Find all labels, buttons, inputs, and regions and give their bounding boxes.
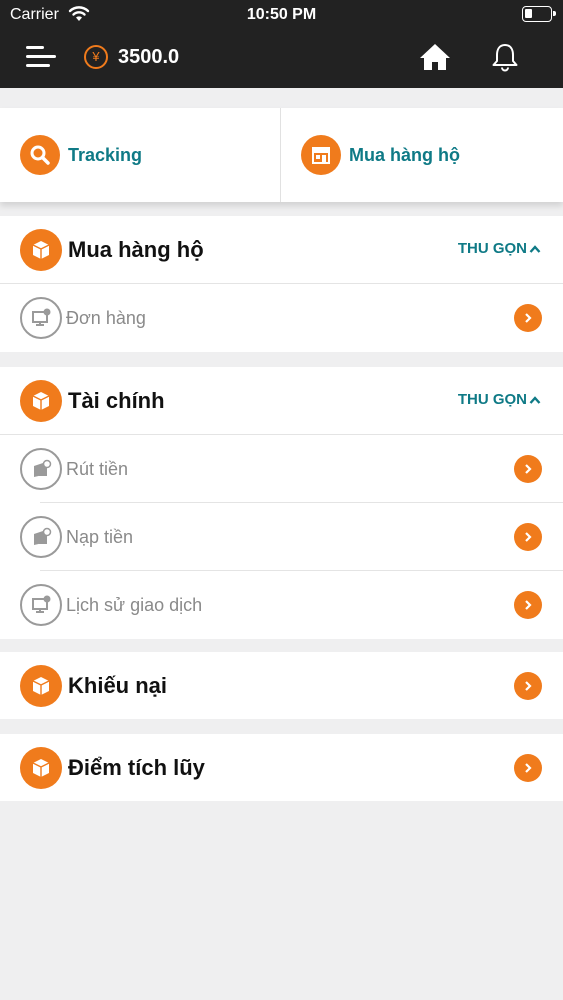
collapse-finance-button[interactable]: THU GỌN [458, 391, 541, 408]
list-item-transaction-history[interactable]: Lịch sử giao dịch [0, 571, 563, 639]
chevron-up-icon [529, 395, 541, 404]
yen-coin-icon: ¥ [84, 45, 108, 69]
monitor-icon [20, 297, 62, 339]
list-item-orders[interactable]: Đơn hàng [0, 284, 563, 352]
bell-icon[interactable] [490, 42, 520, 72]
monitor-icon [20, 584, 62, 626]
collapse-purchase-button[interactable]: THU GỌN [458, 240, 541, 257]
search-icon [20, 135, 60, 175]
tracking-button[interactable]: Tracking [20, 108, 142, 202]
quick-divider [280, 108, 281, 202]
box-icon [20, 746, 62, 789]
box-icon [20, 664, 62, 707]
section-finance-header[interactable]: Tài chính THU GỌN [0, 367, 563, 434]
collapse-label: THU GỌN [457, 391, 527, 408]
section-complaints-title: Khiếu nại [68, 672, 168, 698]
chevron-right-icon [514, 591, 542, 619]
home-icon[interactable] [419, 42, 451, 72]
battery-icon [522, 6, 556, 22]
section-complaints[interactable]: Khiếu nại [0, 652, 563, 719]
section-finance-title: Tài chính [68, 387, 165, 413]
chevron-right-icon [514, 672, 542, 700]
section-points-title: Điểm tích lũy [68, 754, 205, 780]
chevron-right-icon [514, 523, 542, 551]
store-icon [301, 135, 341, 175]
chevron-right-icon [514, 754, 542, 782]
chevron-right-icon [514, 455, 542, 483]
section-complaints-header[interactable]: Khiếu nại [0, 652, 563, 719]
box-icon [20, 379, 62, 422]
purchase-service-button[interactable]: Mua hàng hộ [301, 108, 460, 202]
section-finance: Tài chính THU GỌN Rút tiền Nạp tiền Lịch… [0, 367, 563, 639]
quick-actions: Tracking Mua hàng hộ [0, 108, 563, 202]
orders-label: Đơn hàng [66, 307, 146, 328]
chevron-up-icon [529, 244, 541, 253]
transaction-history-label: Lịch sử giao dịch [66, 594, 203, 615]
menu-icon [26, 46, 44, 49]
list-item-deposit[interactable]: Nạp tiền [0, 503, 563, 571]
section-points[interactable]: Điểm tích lũy [0, 734, 563, 801]
purchase-service-label: Mua hàng hộ [349, 144, 460, 165]
tracking-label: Tracking [68, 144, 143, 165]
wallet-icon [20, 448, 62, 490]
menu-button[interactable] [26, 44, 58, 70]
chevron-right-icon [514, 304, 542, 332]
wallet-icon [20, 516, 62, 558]
withdraw-label: Rút tiền [66, 458, 129, 479]
status-time: 10:50 PM [246, 6, 317, 23]
deposit-label: Nạp tiền [66, 526, 134, 547]
collapse-label: THU GỌN [457, 240, 527, 257]
box-icon [20, 228, 62, 271]
section-purchase-header[interactable]: Mua hàng hộ THU GỌN [0, 216, 563, 283]
top-app-bar: Carrier 10:50 PM ¥ 3500.0 [0, 0, 563, 88]
section-purchase-title: Mua hàng hộ [68, 236, 204, 262]
status-bar: Carrier 10:50 PM [0, 0, 563, 30]
section-purchase: Mua hàng hộ THU GỌN Đơn hàng [0, 216, 563, 352]
list-item-withdraw[interactable]: Rút tiền [0, 435, 563, 503]
section-points-header[interactable]: Điểm tích lũy [0, 734, 563, 801]
wallet-balance: 3500.0 [118, 46, 180, 68]
